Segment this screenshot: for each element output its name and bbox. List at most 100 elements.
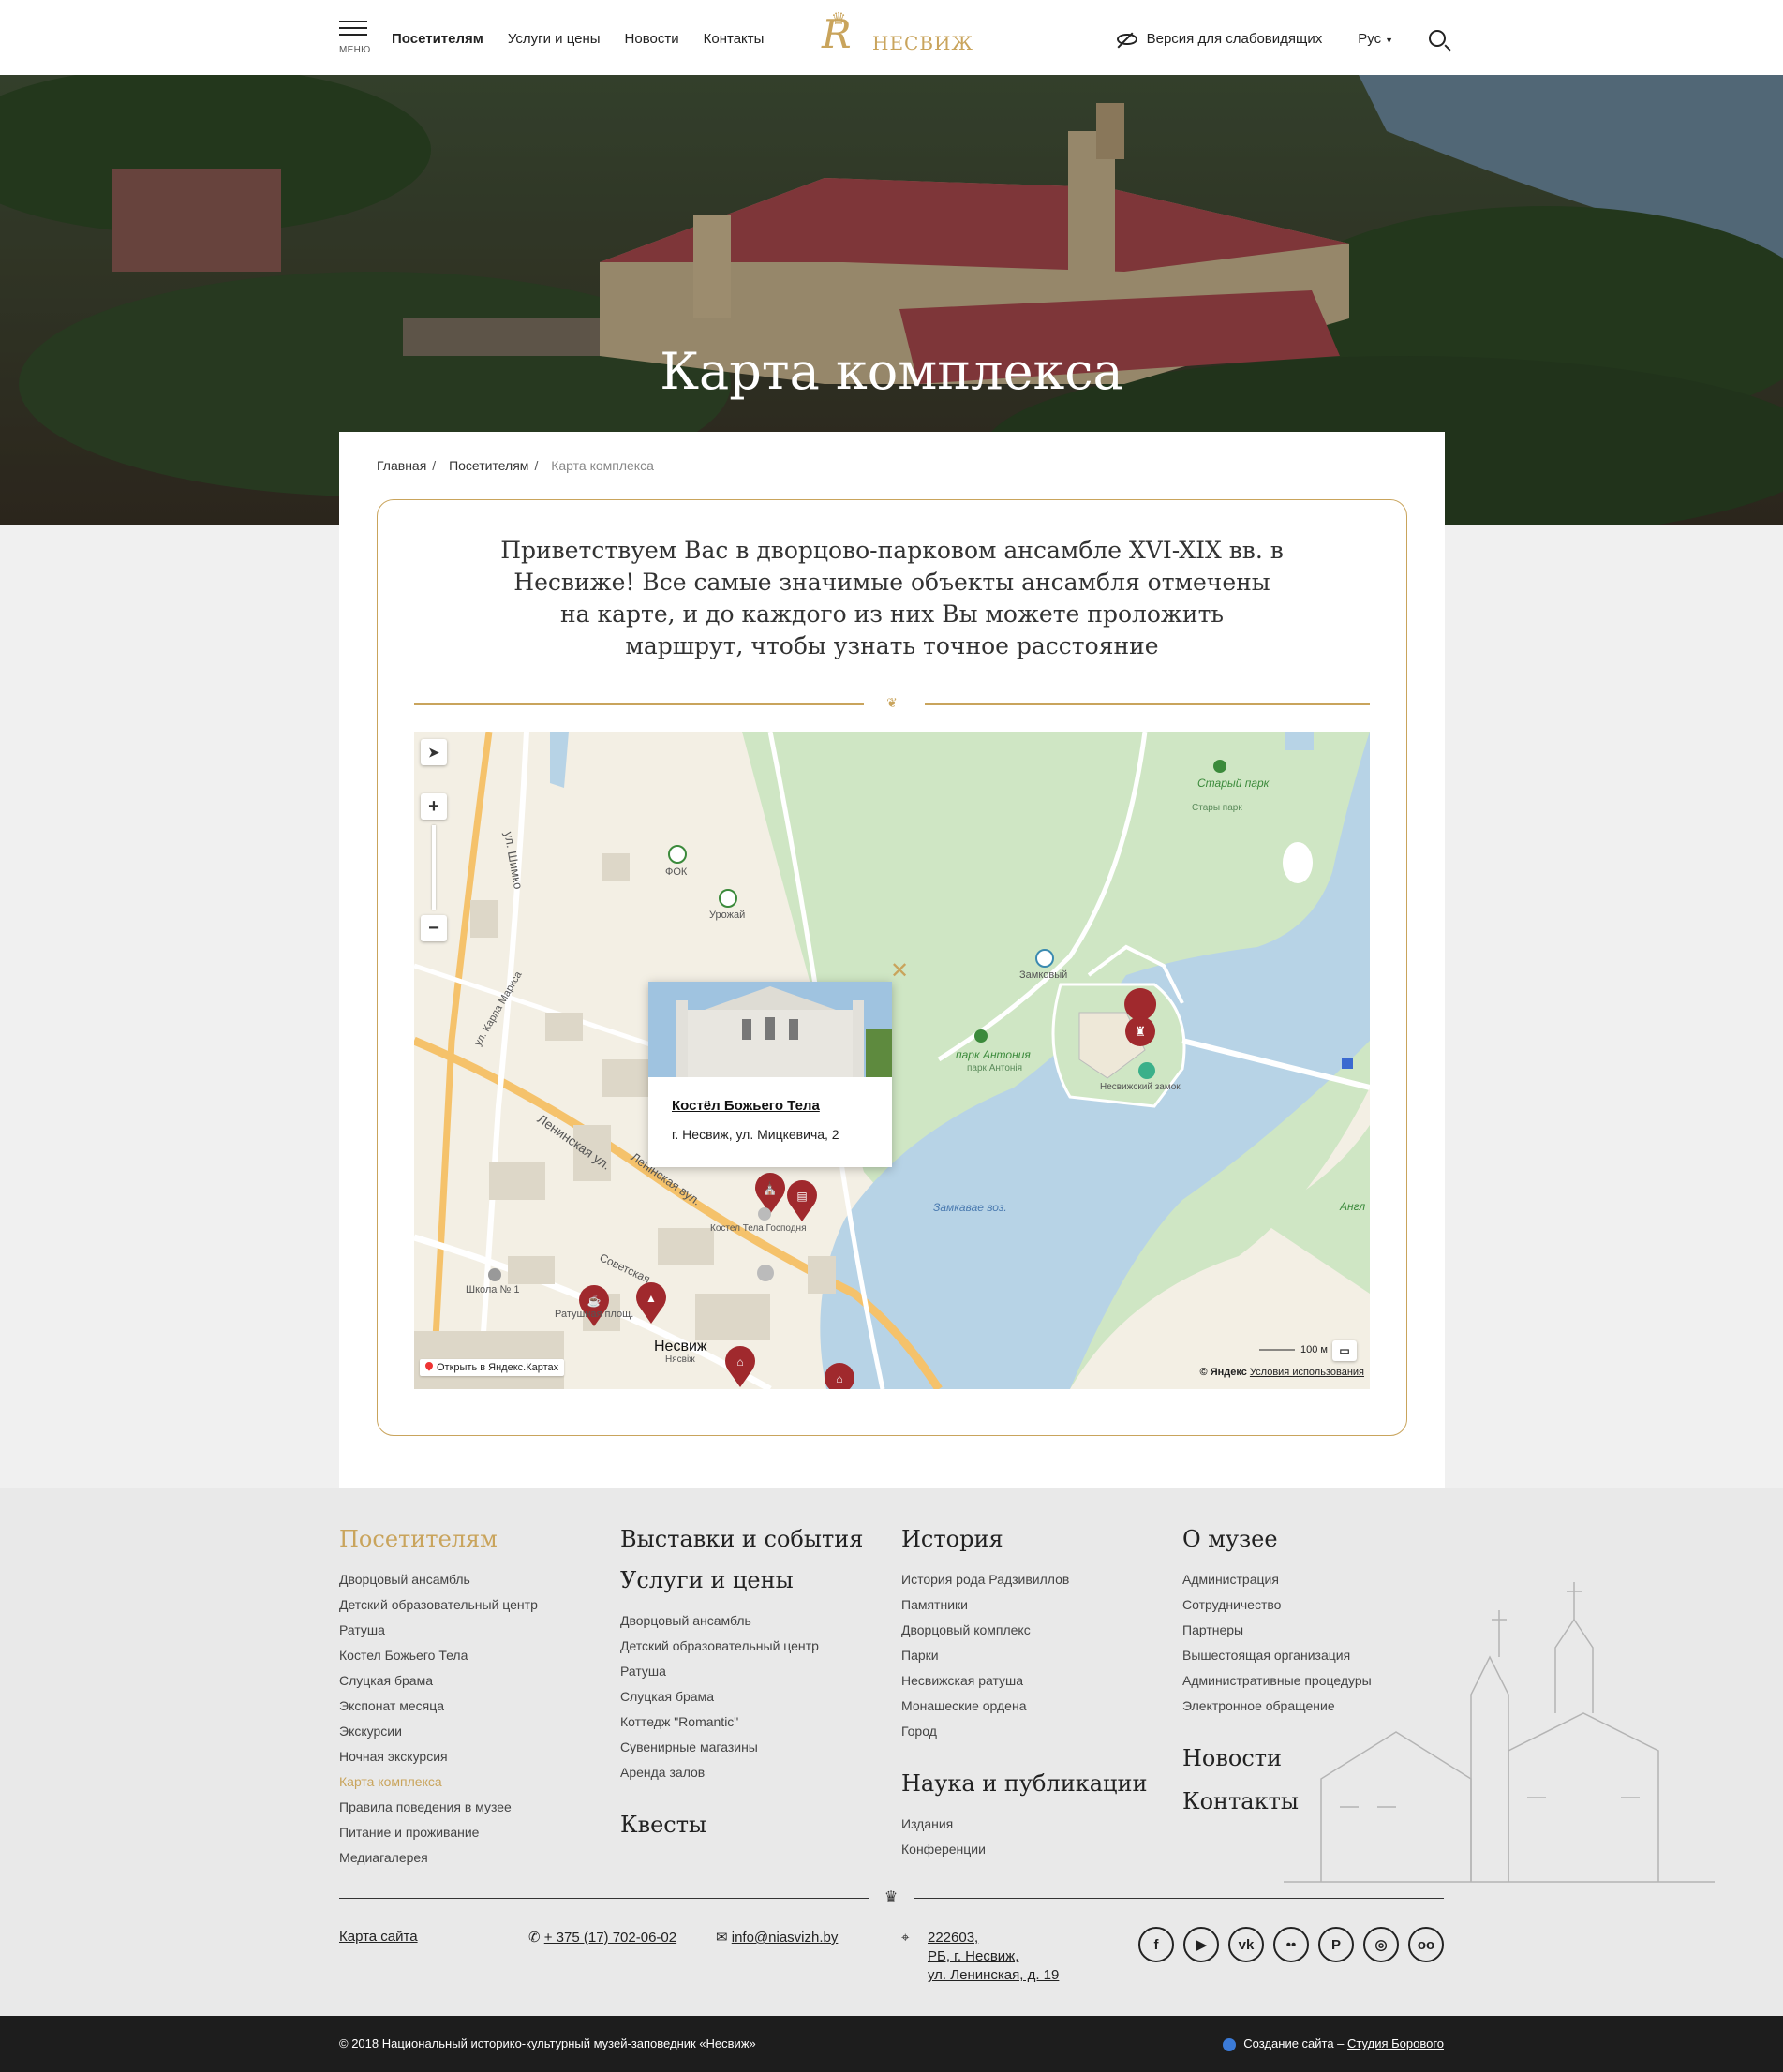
popup-title[interactable]: Костёл Божьего Тела bbox=[672, 1098, 820, 1114]
page-title: Карта комплекса bbox=[660, 342, 1123, 401]
footer-link[interactable]: Экспонат месяца bbox=[339, 1694, 538, 1719]
address-block[interactable]: ⌖ 222603, РБ, г. Несвиж, ул. Ленинская, … bbox=[901, 1929, 1059, 1985]
poi-zamkovy-icon[interactable] bbox=[1035, 949, 1054, 968]
language-select[interactable]: Рус ▼ bbox=[1358, 31, 1393, 47]
footer-link[interactable]: Сотрудничество bbox=[1182, 1592, 1372, 1618]
search-icon[interactable] bbox=[1429, 30, 1446, 47]
footer-link[interactable]: Администрация bbox=[1182, 1567, 1372, 1592]
footer-link[interactable]: Ночная экскурсия bbox=[339, 1744, 538, 1769]
tripadvisor-icon[interactable]: oo bbox=[1408, 1927, 1444, 1962]
footer-link[interactable]: Город bbox=[901, 1719, 1147, 1744]
content-card: Главная / Посетителям / Карта комплекса Пр… bbox=[339, 432, 1445, 1488]
footer-link[interactable]: Ратуша bbox=[339, 1618, 538, 1643]
footer-link[interactable]: Аренда залов bbox=[620, 1760, 863, 1785]
footer-col-services: Выставки и события Услуги и цены Дворцов… bbox=[620, 1526, 863, 1853]
poi-park-antonia-icon[interactable] bbox=[974, 1029, 988, 1043]
footer-heading-quests[interactable]: Квесты bbox=[620, 1812, 863, 1838]
footer-heading-news[interactable]: Новости bbox=[1182, 1745, 1372, 1771]
footer-link[interactable]: Коттедж "Romantic" bbox=[620, 1709, 863, 1735]
menu-button[interactable]: МЕНЮ bbox=[339, 21, 371, 58]
yandex-map[interactable]: ♜ ⛪ ▤ ☕ ▲ ⌂ ⌂ ФОК Урожай Замковый парк А… bbox=[414, 732, 1370, 1389]
poi-church2-icon[interactable] bbox=[757, 1265, 774, 1281]
footer-link[interactable]: Несвижская ратуша bbox=[901, 1668, 1147, 1694]
accessibility-link[interactable]: Версия для слабовидящих bbox=[1116, 31, 1322, 47]
nav-item-visitors[interactable]: Посетителям bbox=[392, 31, 483, 47]
site-logo[interactable]: ♛ R НЕСВИЖ bbox=[820, 9, 973, 66]
zoom-slider[interactable] bbox=[432, 825, 436, 910]
breadcrumb-home[interactable]: Главная bbox=[377, 458, 426, 473]
poi-school-icon[interactable] bbox=[488, 1268, 501, 1281]
footer-link[interactable]: Вышестоящая организация bbox=[1182, 1643, 1372, 1668]
svg-text:⌂: ⌂ bbox=[836, 1372, 842, 1385]
footer-link[interactable]: Памятники bbox=[901, 1592, 1147, 1618]
footer-link[interactable]: Ратуша bbox=[620, 1659, 863, 1684]
footer-link[interactable]: Медиагалерея bbox=[339, 1845, 538, 1871]
studio-link[interactable]: Студия Борового bbox=[1347, 2036, 1444, 2050]
flickr-icon[interactable]: •• bbox=[1273, 1927, 1309, 1962]
nav-item-contacts[interactable]: Контакты bbox=[704, 31, 765, 47]
footer-heading-contacts[interactable]: Контакты bbox=[1182, 1788, 1372, 1814]
footer-link[interactable]: Слуцкая брама bbox=[620, 1684, 863, 1709]
footer-link[interactable]: Издания bbox=[901, 1812, 1147, 1837]
youtube-icon[interactable]: ▶ bbox=[1183, 1927, 1219, 1962]
nav-item-news[interactable]: Новости bbox=[625, 31, 679, 47]
footer-link[interactable]: Электронное обращение bbox=[1182, 1694, 1372, 1719]
footer-link[interactable]: Партнеры bbox=[1182, 1618, 1372, 1643]
footer-heading-science[interactable]: Наука и публикации bbox=[901, 1770, 1147, 1797]
email-link[interactable]: ✉ info@niasvizh.by bbox=[716, 1929, 838, 1946]
footer-link[interactable]: Административные процедуры bbox=[1182, 1668, 1372, 1694]
facebook-icon[interactable]: f bbox=[1138, 1927, 1174, 1962]
footer-link[interactable]: Питание и проживание bbox=[339, 1820, 538, 1845]
poi-church-icon[interactable] bbox=[758, 1207, 771, 1221]
footer-col-history: История История рода Радзивиллов Памятни… bbox=[901, 1526, 1147, 1862]
footer-heading-services[interactable]: Услуги и цены bbox=[620, 1567, 863, 1593]
footer-heading-history[interactable]: История bbox=[901, 1526, 1147, 1552]
breadcrumb-visitors[interactable]: Посетителям bbox=[449, 458, 528, 473]
footer-link-active[interactable]: Карта комплекса bbox=[339, 1769, 538, 1795]
map-label-city: Несвиж bbox=[654, 1339, 707, 1354]
terms-link[interactable]: Условия использования bbox=[1250, 1367, 1364, 1378]
pinterest-icon[interactable]: P bbox=[1318, 1927, 1354, 1962]
footer-link[interactable]: Дворцовый комплекс bbox=[901, 1618, 1147, 1643]
nav-item-services[interactable]: Услуги и цены bbox=[508, 31, 601, 47]
poi-boat-icon[interactable] bbox=[1342, 1058, 1353, 1069]
instagram-icon[interactable]: ◎ bbox=[1363, 1927, 1399, 1962]
zoom-out-button[interactable]: − bbox=[421, 915, 447, 941]
footer-heading-visitors[interactable]: Посетителям bbox=[339, 1526, 538, 1552]
poi-park-icon[interactable] bbox=[1213, 760, 1226, 773]
footer-heading-about[interactable]: О музее bbox=[1182, 1526, 1372, 1552]
open-yandex-link[interactable]: Открыть в Яндекс.Картах bbox=[420, 1359, 565, 1376]
footer-link[interactable]: Дворцовый ансамбль bbox=[620, 1608, 863, 1634]
footer-link[interactable]: История рода Радзивиллов bbox=[901, 1567, 1147, 1592]
footer-link[interactable]: Сувенирные магазины bbox=[620, 1735, 863, 1760]
footer-link[interactable]: Слуцкая брама bbox=[339, 1668, 538, 1694]
caret-down-icon: ▼ bbox=[1385, 35, 1393, 45]
geolocation-button[interactable]: ➤ bbox=[421, 739, 447, 765]
map-label-school: Школа № 1 bbox=[466, 1284, 520, 1295]
address-line-1: 222603, bbox=[928, 1930, 979, 1946]
footer-link[interactable]: Парки bbox=[901, 1643, 1147, 1668]
footer-link[interactable]: Монашеские ордена bbox=[901, 1694, 1147, 1719]
phone-link[interactable]: ✆ + 375 (17) 702-06-02 bbox=[528, 1929, 676, 1946]
footer-divider-left bbox=[339, 1898, 869, 1899]
footer-link[interactable]: Детский образовательный центр bbox=[620, 1634, 863, 1659]
logo-text: НЕСВИЖ bbox=[872, 32, 973, 54]
map-label-lake: Замкавае воз. bbox=[933, 1201, 1007, 1214]
footer-heading-exhibitions[interactable]: Выставки и события bbox=[620, 1526, 863, 1552]
vk-icon[interactable]: vk bbox=[1228, 1927, 1264, 1962]
poi-urozhai-icon[interactable] bbox=[719, 889, 737, 908]
footer-link[interactable]: Экскурсии bbox=[339, 1719, 538, 1744]
footer-link[interactable]: Правила поведения в музее bbox=[339, 1795, 538, 1820]
footer-link[interactable]: Дворцовый ансамбль bbox=[339, 1567, 538, 1592]
sitemap-link[interactable]: Карта сайта bbox=[339, 1929, 418, 1945]
map-canvas[interactable]: ♜ ⛪ ▤ ☕ ▲ ⌂ ⌂ bbox=[414, 732, 1370, 1389]
poi-castle-icon[interactable] bbox=[1138, 1062, 1155, 1079]
footer-link[interactable]: Детский образовательный центр bbox=[339, 1592, 538, 1618]
footer-link[interactable]: Конференции bbox=[901, 1837, 1147, 1862]
map-copyright: © Яндекс Условия использования bbox=[1200, 1367, 1364, 1378]
footer-link[interactable]: Костел Божьего Тела bbox=[339, 1643, 538, 1668]
zoom-in-button[interactable]: + bbox=[421, 793, 447, 820]
ruler-button[interactable]: ▭ bbox=[1332, 1340, 1357, 1361]
poi-fok-icon[interactable] bbox=[668, 845, 687, 864]
close-icon[interactable]: ✕ bbox=[890, 960, 909, 983]
